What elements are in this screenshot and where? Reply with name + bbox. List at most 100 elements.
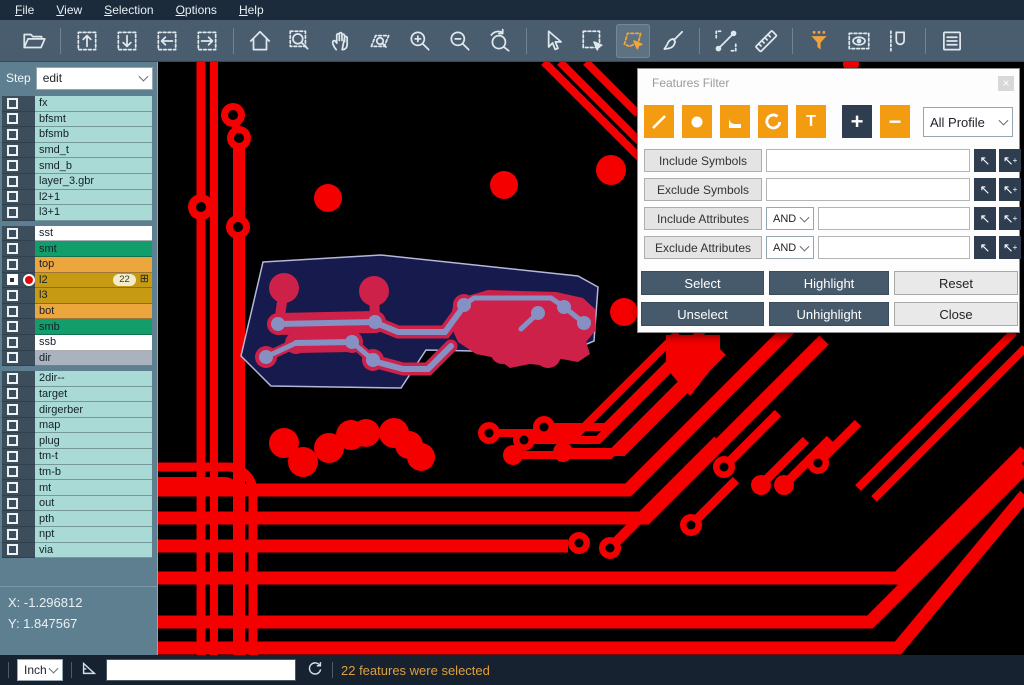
layer-checkbox-l2+1[interactable] xyxy=(7,191,18,202)
refresh-icon[interactable] xyxy=(306,659,324,682)
layer-item-smd_t[interactable]: smd_t xyxy=(35,143,152,159)
unit-dropdown[interactable]: Inch xyxy=(17,659,63,681)
layer-checkbox-pth[interactable] xyxy=(7,513,18,524)
layer-checkbox-bot[interactable] xyxy=(7,306,18,317)
layer-checkbox-mt[interactable] xyxy=(7,482,18,493)
layer-item-target[interactable]: target xyxy=(35,387,152,403)
step-up-button[interactable] xyxy=(70,24,104,58)
layer-item-bfsmt[interactable]: bfsmt xyxy=(35,112,152,128)
select-polygon-button[interactable] xyxy=(616,24,650,58)
filter-value-input[interactable] xyxy=(818,207,970,230)
layer-checkbox-bfsmb[interactable] xyxy=(7,129,18,140)
and-or-dropdown[interactable]: AND xyxy=(766,236,814,259)
layer-checkbox-2dir--[interactable] xyxy=(7,373,18,384)
pan-hand-button[interactable] xyxy=(323,24,357,58)
pick-from-canvas-button[interactable]: ↖ xyxy=(974,236,996,259)
layer-checkbox-dir[interactable] xyxy=(7,352,18,363)
layer-checkbox-out[interactable] xyxy=(7,498,18,509)
pick-add-from-canvas-button[interactable]: ↖+ xyxy=(999,178,1021,201)
measure-distance-button[interactable] xyxy=(709,24,743,58)
layer-checkbox-target[interactable] xyxy=(7,388,18,399)
select-button[interactable]: Select xyxy=(641,271,764,295)
zoom-polygon-button[interactable] xyxy=(363,24,397,58)
filter-value-input[interactable] xyxy=(766,149,970,172)
layer-item-layer_3.gbr[interactable]: layer_3.gbr xyxy=(35,174,152,190)
layer-checkbox-tm-b[interactable] xyxy=(7,466,18,477)
feature-info-button[interactable] xyxy=(935,24,969,58)
highlight-button[interactable]: Highlight xyxy=(769,271,889,295)
filter-row-label-button[interactable]: Exclude Symbols xyxy=(644,178,762,201)
close-button[interactable]: Close xyxy=(894,302,1018,326)
menu-file[interactable]: File xyxy=(6,1,43,19)
filter-row-label-button[interactable]: Include Attributes xyxy=(644,207,762,230)
pick-from-canvas-button[interactable]: ↖ xyxy=(974,178,996,201)
select-rectangle-button[interactable] xyxy=(576,24,610,58)
layer-item-top[interactable]: top xyxy=(35,257,152,273)
menu-selection[interactable]: Selection xyxy=(95,1,162,19)
layer-item-mt[interactable]: mt xyxy=(35,480,152,496)
layer-item-l2+1[interactable]: l2+1 xyxy=(35,190,152,206)
layer-item-l3[interactable]: l3 xyxy=(35,288,152,304)
layer-item-2dir--[interactable]: 2dir-- xyxy=(35,371,152,387)
home-view-button[interactable] xyxy=(243,24,277,58)
zoom-window-button[interactable] xyxy=(283,24,317,58)
zoom-out-button[interactable] xyxy=(443,24,477,58)
layer-checkbox-smt[interactable] xyxy=(7,243,18,254)
layer-item-bot[interactable]: bot xyxy=(35,304,152,320)
pick-add-from-canvas-button[interactable]: ↖+ xyxy=(999,149,1021,172)
pick-from-canvas-button[interactable]: ↖ xyxy=(974,207,996,230)
filter-surface-button[interactable] xyxy=(720,105,750,138)
layer-checkbox-sst[interactable] xyxy=(7,228,18,239)
layer-checkbox-tm-t[interactable] xyxy=(7,451,18,462)
layer-item-tm-t[interactable]: tm-t xyxy=(35,449,152,465)
filter-remove-button[interactable]: − xyxy=(880,105,910,138)
and-or-dropdown[interactable]: AND xyxy=(766,207,814,230)
reset-button[interactable]: Reset xyxy=(894,271,1018,295)
measure-corner-icon[interactable] xyxy=(80,659,98,682)
filter-arc-button[interactable] xyxy=(758,105,788,138)
layer-item-bfsmb[interactable]: bfsmb xyxy=(35,127,152,143)
step-left-button[interactable] xyxy=(150,24,184,58)
filter-text-button[interactable]: T xyxy=(796,105,826,138)
pick-add-from-canvas-button[interactable]: ↖+ xyxy=(999,207,1021,230)
pick-add-from-canvas-button[interactable]: ↖+ xyxy=(999,236,1021,259)
layer-checkbox-map[interactable] xyxy=(7,420,18,431)
layer-item-sst[interactable]: sst xyxy=(35,226,152,242)
layer-item-tm-b[interactable]: tm-b xyxy=(35,465,152,481)
layer-checkbox-smd_t[interactable] xyxy=(7,145,18,156)
filter-line-button[interactable] xyxy=(644,105,674,138)
open-project-button[interactable] xyxy=(17,24,51,58)
step-right-button[interactable] xyxy=(190,24,224,58)
layer-item-via[interactable]: via xyxy=(35,543,152,559)
layer-checkbox-bfsmt[interactable] xyxy=(7,113,18,124)
profile-dropdown[interactable]: All Profile xyxy=(923,107,1013,137)
layer-checkbox-smd_b[interactable] xyxy=(7,160,18,171)
layer-item-out[interactable]: out xyxy=(35,496,152,512)
filter-value-input[interactable] xyxy=(818,236,970,259)
unselect-button[interactable]: Unselect xyxy=(641,302,764,326)
command-input[interactable] xyxy=(106,659,296,681)
snap-mode-button[interactable] xyxy=(882,24,916,58)
layer-checkbox-ssb[interactable] xyxy=(7,337,18,348)
filter-value-input[interactable] xyxy=(766,178,970,201)
layer-checkbox-npt[interactable] xyxy=(7,529,18,540)
layer-item-smd_b[interactable]: smd_b xyxy=(35,158,152,174)
filter-pad-button[interactable] xyxy=(682,105,712,138)
layer-checkbox-l3+1[interactable] xyxy=(7,207,18,218)
pick-from-canvas-button[interactable]: ↖ xyxy=(974,149,996,172)
zoom-previous-button[interactable] xyxy=(483,24,517,58)
menu-options[interactable]: Options xyxy=(167,1,226,19)
layer-item-ssb[interactable]: ssb xyxy=(35,335,152,351)
filter-row-label-button[interactable]: Include Symbols xyxy=(644,149,762,172)
step-down-button[interactable] xyxy=(110,24,144,58)
layer-checkbox-dirgerber[interactable] xyxy=(7,404,18,415)
layer-checkbox-fx[interactable] xyxy=(7,98,18,109)
layer-checkbox-layer_3.gbr[interactable] xyxy=(7,176,18,187)
layer-item-l2[interactable]: l222⊞ xyxy=(35,273,152,289)
layer-item-smb[interactable]: smb xyxy=(35,319,152,335)
layer-item-dir[interactable]: dir xyxy=(35,351,152,367)
layer-checkbox-via[interactable] xyxy=(7,544,18,555)
features-filter-button[interactable] xyxy=(802,24,836,58)
layer-item-npt[interactable]: npt xyxy=(35,527,152,543)
step-dropdown[interactable]: edit xyxy=(36,67,153,90)
